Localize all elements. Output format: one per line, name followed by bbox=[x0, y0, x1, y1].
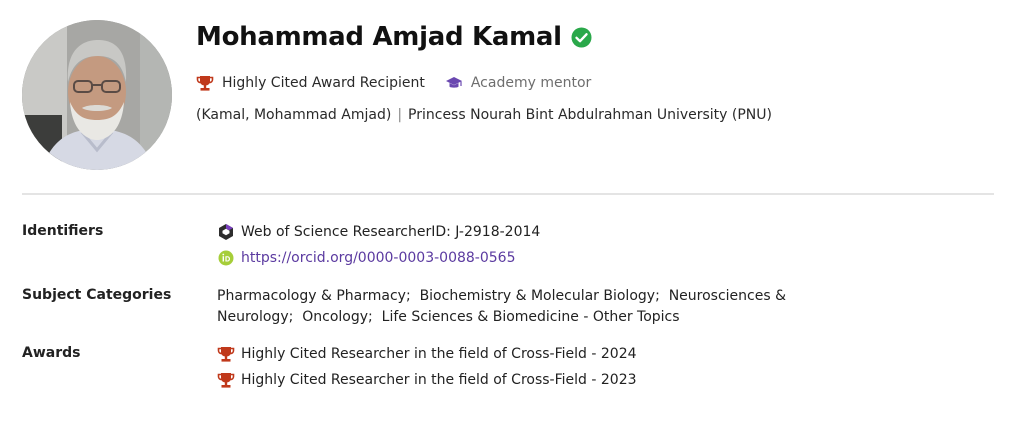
profile-name: Mohammad Amjad Kamal bbox=[196, 22, 562, 52]
award-item: Highly Cited Researcher in the field of … bbox=[217, 367, 637, 393]
institution-name: Princess Nourah Bint Abdulrahman Univers… bbox=[408, 107, 772, 123]
subject-categories-list: Pharmacology & PharmacyBiochemistry & Mo… bbox=[217, 286, 957, 328]
identifiers-values: Web of Science ResearcherID: J-2918-2014… bbox=[217, 219, 540, 271]
orcid-icon bbox=[217, 249, 235, 267]
trophy-icon bbox=[196, 74, 214, 92]
verified-check-icon bbox=[571, 27, 592, 48]
subject-category: Biochemistry & Molecular Biology bbox=[406, 288, 655, 304]
orcid-link[interactable]: https://orcid.org/0000-0003-0088-0565 bbox=[241, 250, 515, 266]
subject-category: Pharmacology & Pharmacy bbox=[217, 288, 406, 304]
trophy-icon bbox=[217, 371, 235, 389]
badges-row: Highly Cited Award Recipient Academy men… bbox=[196, 74, 591, 92]
researcher-id-row: Web of Science ResearcherID: J-2918-2014 bbox=[217, 219, 540, 245]
academy-mentor-badge: Academy mentor bbox=[445, 74, 591, 92]
trophy-icon bbox=[217, 345, 235, 363]
subject-category: Life Sciences & Biomedicine - Other Topi… bbox=[368, 309, 680, 325]
subject-category: Oncology bbox=[289, 309, 368, 325]
award-text: Highly Cited Researcher in the field of … bbox=[241, 372, 637, 388]
award-item: Highly Cited Researcher in the field of … bbox=[217, 341, 637, 367]
award-text: Highly Cited Researcher in the field of … bbox=[241, 346, 637, 362]
affiliation-line: (Kamal, Mohammad Amjad) | Princess Nourah … bbox=[196, 107, 772, 123]
academy-mentor-badge-label: Academy mentor bbox=[470, 75, 592, 91]
name-row: Mohammad Amjad Kamal bbox=[196, 22, 592, 52]
identifiers-label: Identifiers bbox=[22, 223, 104, 239]
affiliation-separator: | bbox=[397, 107, 403, 123]
name-alias: (Kamal, Mohammad Amjad) bbox=[196, 107, 392, 123]
researcher-profile: Mohammad Amjad Kamal Highly Cited Award … bbox=[0, 0, 1012, 448]
awards-list: Highly Cited Researcher in the field of … bbox=[217, 341, 637, 393]
researcher-id-text: Web of Science ResearcherID: J-2918-2014 bbox=[241, 224, 541, 240]
highly-cited-badge-label: Highly Cited Award Recipient bbox=[222, 75, 425, 91]
orcid-row: https://orcid.org/0000-0003-0088-0565 bbox=[217, 245, 540, 271]
graduation-cap-icon bbox=[445, 74, 463, 92]
subject-categories-label: Subject Categories bbox=[22, 287, 172, 303]
section-divider bbox=[22, 193, 994, 195]
web-of-science-icon bbox=[217, 223, 235, 241]
awards-label: Awards bbox=[22, 345, 81, 361]
highly-cited-badge: Highly Cited Award Recipient bbox=[196, 74, 425, 92]
avatar bbox=[22, 20, 172, 170]
